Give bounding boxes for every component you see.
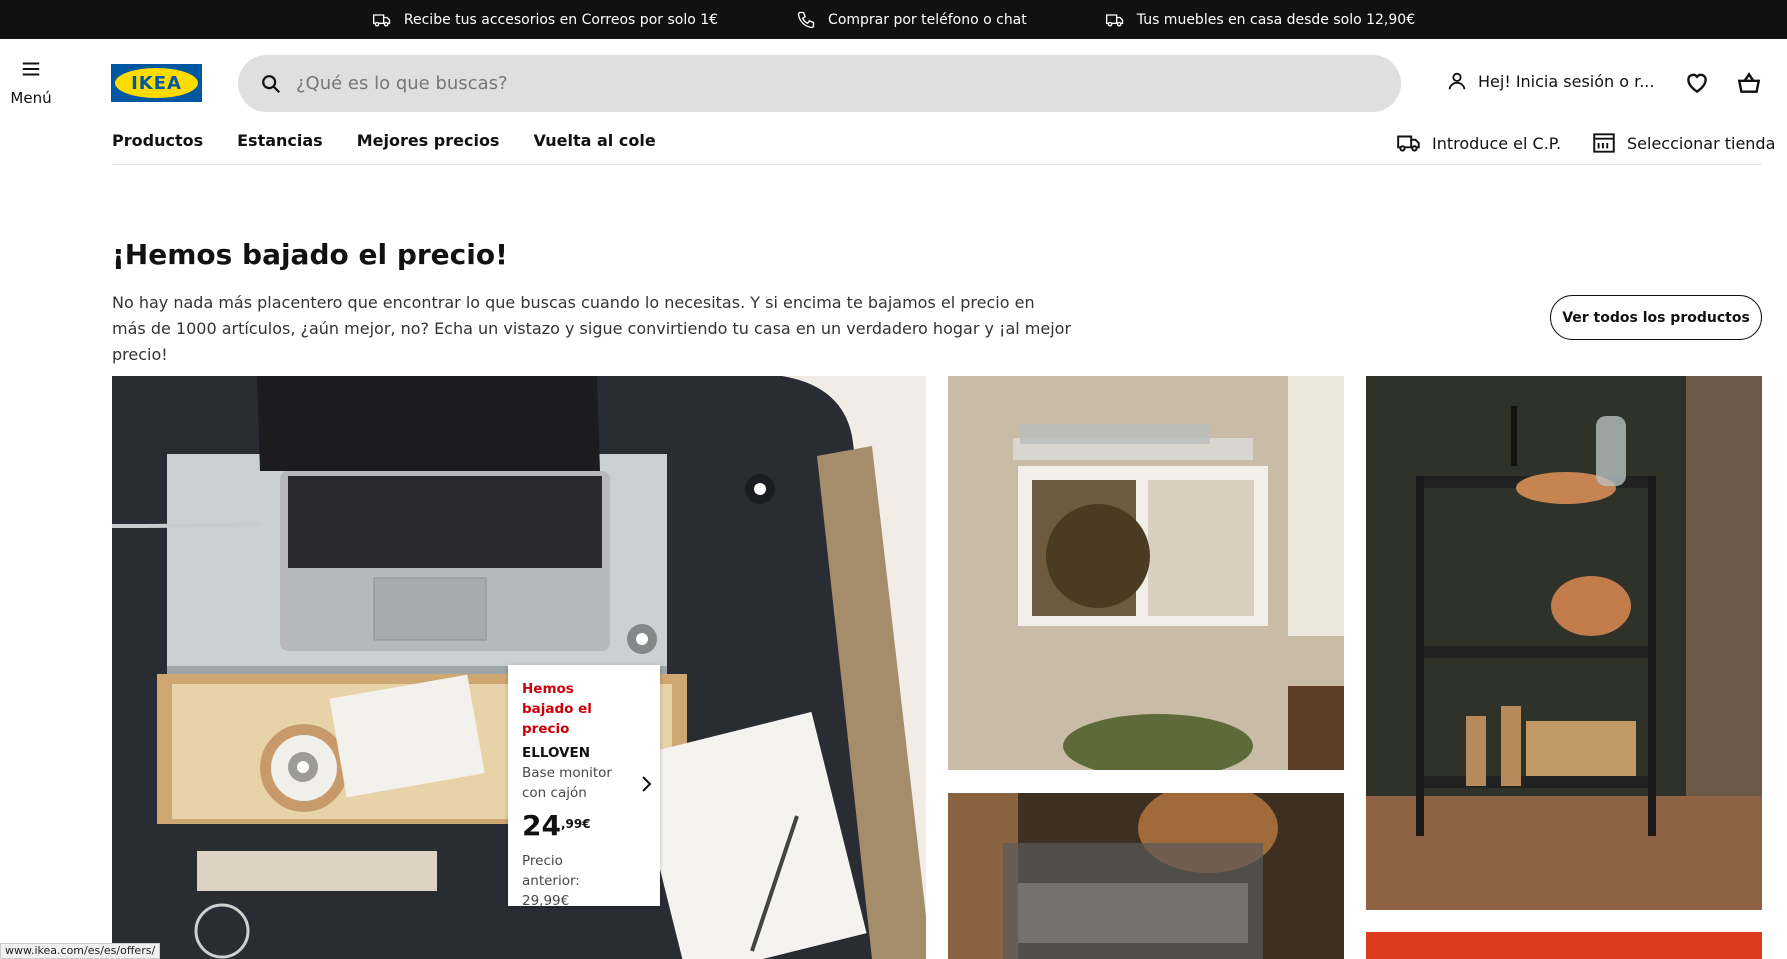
- trolley-image[interactable]: [1366, 376, 1762, 910]
- user-icon: [1448, 72, 1466, 90]
- product-price-tag[interactable]: Hemos bajado el precio ELLOVEN Base moni…: [508, 665, 660, 909]
- promo-correos-text: Recibe tus accesorios en Correos por sol…: [403, 11, 719, 28]
- promo-phone-text: Comprar por teléfono o chat: [828, 11, 1027, 28]
- logo-oval: IKEA: [115, 68, 198, 98]
- promo-phone[interactable]: Comprar por teléfono o chat: [796, 10, 1027, 30]
- postcode-label: Introduce el C.P.: [1432, 133, 1562, 153]
- basket-icon: [1737, 72, 1761, 93]
- wishlist-button[interactable]: [1684, 70, 1710, 96]
- promo-muebles-text: Tus muebles en casa desde solo 12,90€: [1136, 11, 1416, 28]
- product-hotspot[interactable]: [745, 474, 775, 504]
- menu-button[interactable]: Menú: [8, 58, 54, 107]
- ikea-logo[interactable]: IKEA: [111, 64, 202, 102]
- store-button[interactable]: Seleccionar tienda: [1591, 130, 1775, 156]
- nav-productos[interactable]: Productos: [112, 131, 203, 150]
- menu-icon: [22, 62, 40, 76]
- truck-icon: [372, 13, 391, 26]
- price-drop-badge: Hemos bajado el precio: [522, 681, 592, 737]
- menu-label: Menú: [10, 89, 52, 107]
- price-integer: 24: [522, 809, 561, 842]
- postcode-button[interactable]: Introduce el C.P.: [1396, 130, 1561, 156]
- nav-mejores-precios[interactable]: Mejores precios: [357, 131, 500, 150]
- product-hotspot[interactable]: [288, 752, 318, 782]
- account-link[interactable]: Hej! Inicia sesión o r...: [1446, 70, 1654, 92]
- promo-muebles[interactable]: Tus muebles en casa desde solo 12,90€: [1105, 10, 1415, 30]
- see-all-products-button[interactable]: Ver todos los productos: [1550, 295, 1762, 340]
- product-hotspot[interactable]: [627, 624, 657, 654]
- account-label: Hej! Inicia sesión o r...: [1478, 71, 1655, 91]
- promo-correos[interactable]: Recibe tus accesorios en Correos por sol…: [372, 10, 718, 30]
- store-label: Seleccionar tienda: [1627, 133, 1776, 153]
- promo-bar: Recibe tus accesorios en Correos por sol…: [0, 0, 1787, 39]
- chevron-right-icon[interactable]: [638, 773, 654, 795]
- nav-vuelta-al-cole[interactable]: Vuelta al cole: [533, 131, 655, 150]
- product-name: ELLOVEN: [522, 745, 591, 761]
- nav-estancias[interactable]: Estancias: [237, 131, 323, 150]
- search-input[interactable]: [296, 73, 1196, 94]
- trolley-scene-image: [1366, 376, 1762, 910]
- truck-icon: [1105, 13, 1123, 26]
- storage-image[interactable]: [948, 793, 1344, 959]
- previous-price: Precio anterior: 29,99€: [522, 853, 580, 909]
- shelf-image[interactable]: [948, 376, 1344, 770]
- page-title: ¡Hemos bajado el precio!: [112, 238, 508, 271]
- store-icon: [1593, 133, 1615, 153]
- phone-icon: [797, 11, 815, 28]
- price-decimals: ,99€: [560, 817, 591, 831]
- main-nav: Productos Estancias Mejores precios Vuel…: [112, 131, 656, 150]
- truck-icon: [1397, 135, 1420, 152]
- logo-text: IKEA: [131, 72, 182, 94]
- search-icon: [262, 74, 281, 93]
- nav-divider: [112, 164, 1762, 165]
- status-url: www.ikea.com/es/es/offers/: [0, 943, 161, 959]
- product-description: Base monitor con cajón: [522, 765, 612, 801]
- shelf-scene-image: [948, 376, 1344, 770]
- product-price: 24,99€: [522, 809, 646, 843]
- promo-banner-strip[interactable]: [1366, 932, 1762, 959]
- search-bar[interactable]: [238, 55, 1401, 112]
- heart-icon: [1687, 73, 1707, 94]
- basket-button[interactable]: [1736, 70, 1762, 96]
- storage-scene-image: [948, 793, 1344, 959]
- intro-text: No hay nada más placentero que encontrar…: [112, 293, 1072, 364]
